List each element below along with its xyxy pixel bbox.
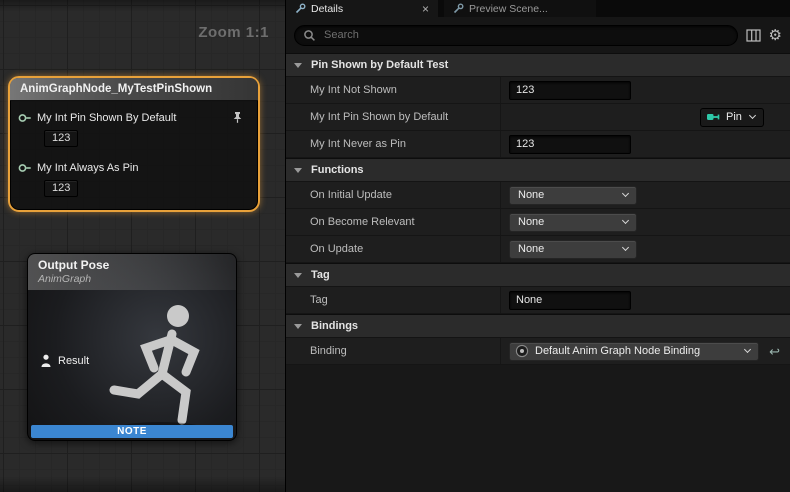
section-title: Functions: [311, 164, 364, 176]
property-row: My Int Pin Shown by Default Pin: [286, 104, 790, 131]
pin-row: My Int Pin Shown By Default: [18, 111, 250, 124]
pin-value-text: 123: [52, 182, 70, 194]
chevron-down-icon: [744, 346, 751, 353]
property-label: My Int Never as Pin: [286, 131, 501, 157]
detail-toolbar: ⚙: [746, 28, 782, 43]
chevron-down-icon: [294, 63, 302, 68]
details-tab-icon: [295, 3, 306, 14]
chevron-down-icon: [294, 273, 302, 278]
output-node-header: Output Pose AnimGraph: [28, 254, 236, 290]
property-row: On Update None: [286, 236, 790, 263]
property-label: On Update: [286, 236, 501, 262]
chevron-down-icon: [622, 190, 629, 197]
property-label: Binding: [286, 338, 501, 364]
result-pin-label: Result: [58, 355, 89, 367]
dropdown-value: None: [518, 216, 544, 228]
section-header-bindings[interactable]: Bindings: [286, 314, 790, 338]
settings-gear-icon[interactable]: ⚙: [769, 28, 782, 43]
view-options-icon[interactable]: [746, 29, 761, 42]
my-int-not-shown-input[interactable]: [509, 81, 631, 100]
details-panel: Details × Preview Scene... ⚙ Pin Shown b…: [285, 0, 790, 492]
on-update-dropdown[interactable]: None: [509, 240, 637, 259]
property-label: My Int Not Shown: [286, 77, 501, 103]
pushpin-icon[interactable]: [231, 111, 244, 124]
dropdown-value: None: [518, 189, 544, 201]
property-label: My Int Pin Shown by Default: [286, 104, 501, 130]
tab-label: Preview Scene...: [469, 3, 548, 15]
section-title: Bindings: [311, 320, 358, 332]
details-empty-area: [286, 365, 790, 492]
property-row: Tag: [286, 287, 790, 314]
search-input[interactable]: [322, 28, 729, 42]
pin-label: My Int Always As Pin: [37, 162, 138, 174]
property-row: On Become Relevant None: [286, 209, 790, 236]
section-header-pin-shown[interactable]: Pin Shown by Default Test: [286, 53, 790, 77]
on-initial-update-dropdown[interactable]: None: [509, 186, 637, 205]
binding-dropdown[interactable]: Default Anim Graph Node Binding: [509, 342, 759, 361]
note-bar[interactable]: NOTE: [31, 425, 233, 438]
node-title[interactable]: AnimGraphNode_MyTestPinShown: [10, 78, 258, 101]
section-title: Pin Shown by Default Test: [311, 59, 448, 71]
property-label: Tag: [286, 287, 501, 313]
anim-graph-test-node[interactable]: AnimGraphNode_MyTestPinShown My Int Pin …: [8, 76, 260, 212]
dropdown-value: Default Anim Graph Node Binding: [535, 345, 700, 357]
pin-value-text: 123: [52, 132, 70, 144]
chevron-down-icon: [622, 217, 629, 224]
property-row: On Initial Update None: [286, 182, 790, 209]
search-icon: [303, 29, 316, 42]
close-icon[interactable]: ×: [422, 3, 429, 15]
on-become-relevant-dropdown[interactable]: None: [509, 213, 637, 232]
property-row: My Int Not Shown: [286, 77, 790, 104]
zoom-level-label: Zoom 1:1: [198, 24, 269, 41]
chevron-down-icon: [294, 324, 302, 329]
output-pose-node[interactable]: Output Pose AnimGraph Result NO: [27, 253, 237, 441]
int-pin-icon[interactable]: [18, 163, 33, 173]
output-node-title: Output Pose: [38, 258, 236, 272]
section-header-tag[interactable]: Tag: [286, 263, 790, 287]
dropdown-value: None: [518, 243, 544, 255]
section-header-functions[interactable]: Functions: [286, 158, 790, 182]
property-row: Binding Default Anim Graph Node Binding …: [286, 338, 790, 365]
graph-canvas[interactable]: Zoom 1:1 AnimGraphNode_MyTestPinShown My…: [0, 0, 285, 492]
my-int-never-as-pin-input[interactable]: [509, 135, 631, 154]
tab-label: Details: [311, 3, 343, 15]
pose-pin-icon[interactable]: [40, 354, 52, 368]
int-pin-icon[interactable]: [18, 113, 33, 123]
tab-details[interactable]: Details ×: [286, 0, 438, 17]
binding-icon: [515, 344, 529, 358]
pin-icon: [706, 112, 722, 122]
pin-value-field[interactable]: 123: [44, 180, 78, 197]
property-row: My Int Never as Pin: [286, 131, 790, 158]
search-box[interactable]: [294, 25, 738, 46]
property-label: On Initial Update: [286, 182, 501, 208]
chevron-down-icon: [749, 112, 756, 119]
chevron-down-icon: [622, 244, 629, 251]
pin-label: My Int Pin Shown By Default: [37, 112, 176, 124]
result-pin-row[interactable]: Result: [40, 354, 89, 368]
tab-bar: Details × Preview Scene...: [286, 0, 790, 17]
search-row: ⚙: [286, 17, 790, 53]
tag-input[interactable]: [509, 291, 631, 310]
section-title: Tag: [311, 269, 330, 281]
revert-binding-icon[interactable]: ↩: [769, 345, 780, 358]
dropdown-value: Pin: [726, 111, 742, 123]
property-label: On Become Relevant: [286, 209, 501, 235]
mannequin-image: [90, 288, 237, 438]
tab-preview-scene[interactable]: Preview Scene...: [444, 0, 596, 17]
output-node-subtitle: AnimGraph: [38, 273, 236, 285]
pin-row: My Int Always As Pin: [18, 162, 250, 174]
pin-value-field[interactable]: 123: [44, 130, 78, 147]
chevron-down-icon: [294, 168, 302, 173]
pin-visibility-dropdown[interactable]: Pin: [700, 108, 764, 127]
preview-tab-icon: [453, 3, 464, 14]
